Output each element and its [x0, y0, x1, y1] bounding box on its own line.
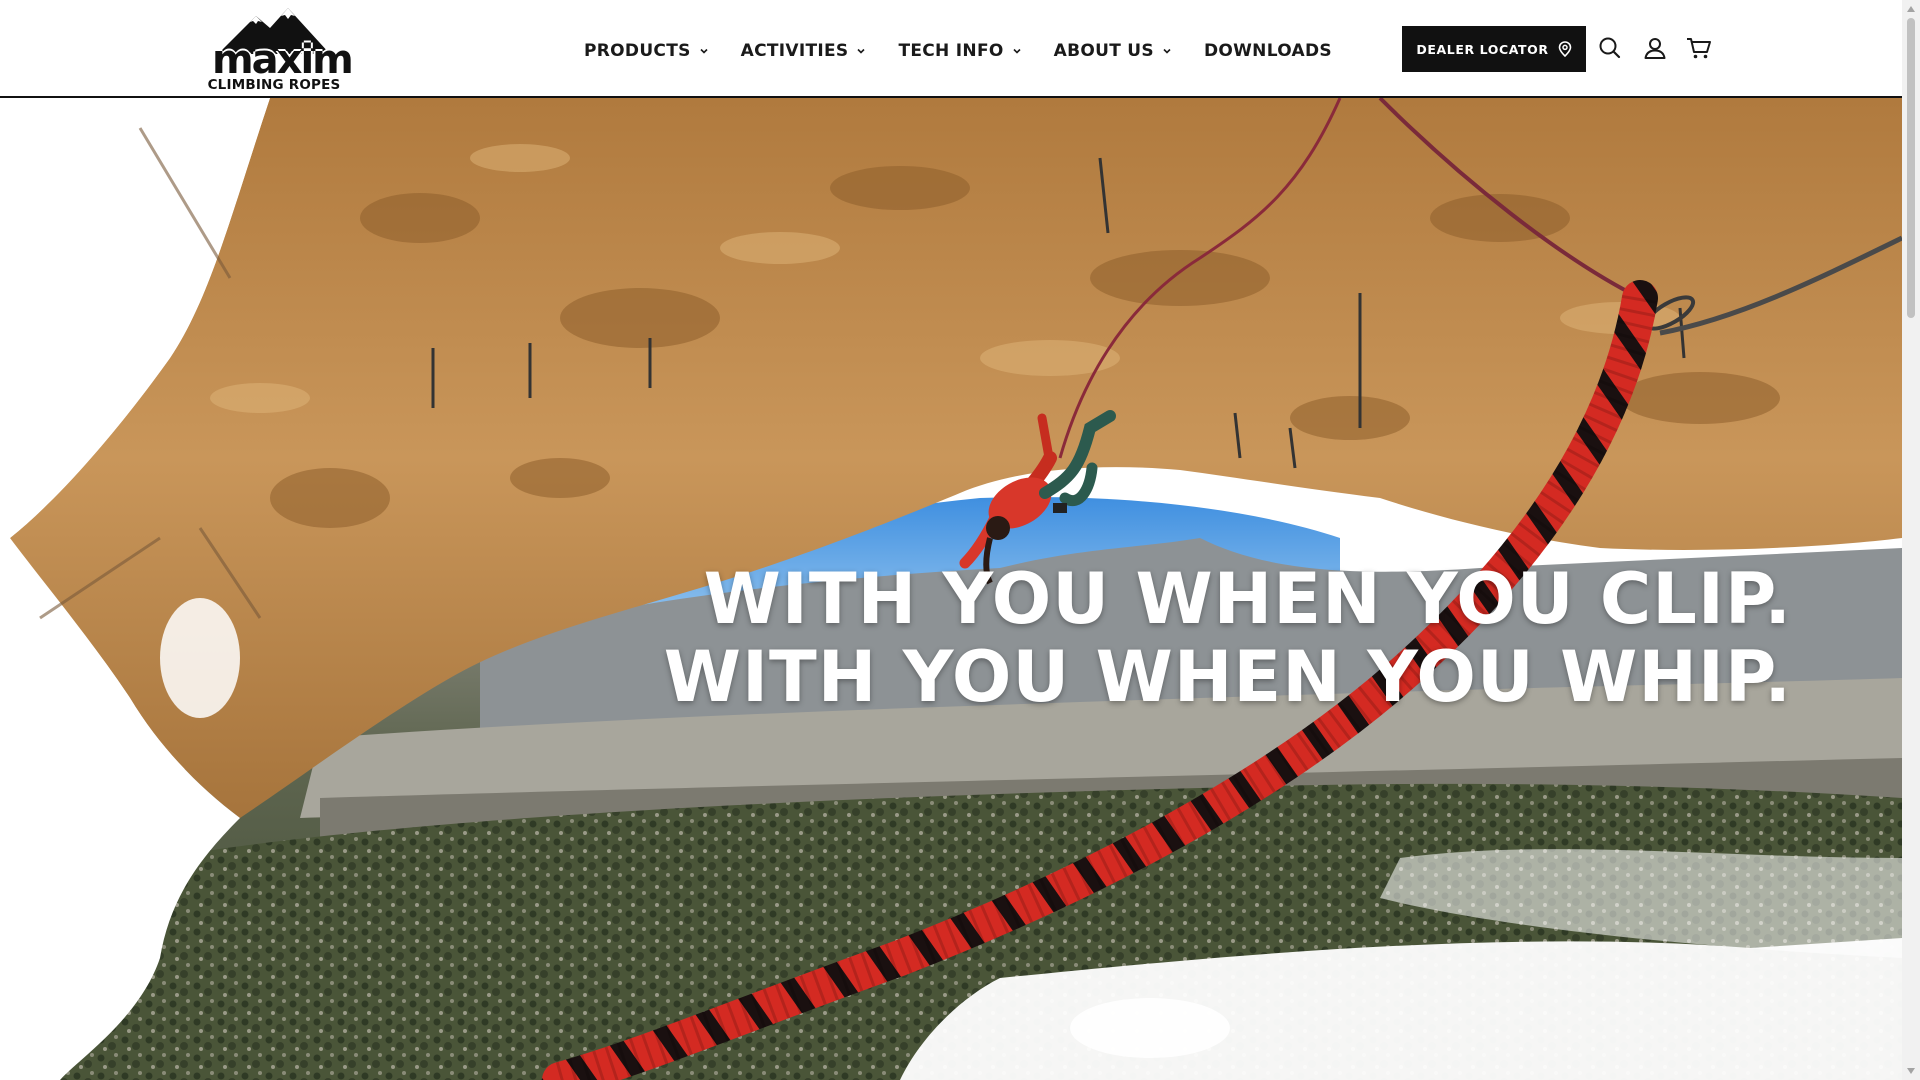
nav-item-products[interactable]: PRODUCTS: [584, 38, 709, 64]
logo-wordmark: maxim: [212, 37, 354, 83]
nav-label: PRODUCTS: [584, 41, 691, 61]
hero-banner: WITH YOU WHEN YOU CLIP. WITH YOU WHEN YO…: [0, 98, 1902, 1080]
logo-subtitle: CLIMBING ROPES: [207, 77, 341, 93]
nav-label: TECH INFO: [898, 41, 1004, 61]
nav-label: ACTIVITIES: [740, 41, 849, 61]
scroll-up-arrow-icon[interactable]: [1906, 4, 1916, 14]
hero-headline: WITH YOU WHEN YOU CLIP. WITH YOU WHEN YO…: [664, 560, 1792, 716]
scroll-down-arrow-icon[interactable]: [1906, 1066, 1916, 1076]
site-header: maxim CLIMBING ROPES PRODUCTS ACTIVITIES…: [0, 0, 1902, 98]
search-icon[interactable]: [1596, 34, 1624, 62]
page-scrollbar[interactable]: [1902, 0, 1920, 1080]
nav-item-activities[interactable]: ACTIVITIES: [741, 38, 867, 64]
main-nav: PRODUCTS ACTIVITIES TECH INFO ABOUT US D…: [584, 38, 1364, 64]
scroll-thumb[interactable]: [1907, 18, 1915, 318]
dealer-locator-label: DEALER LOCATOR: [1416, 41, 1549, 57]
nav-item-about-us[interactable]: ABOUT US: [1054, 38, 1172, 64]
account-icon[interactable]: [1641, 34, 1669, 62]
headline-line-2: WITH YOU WHEN YOU WHIP.: [663, 636, 1792, 718]
chevron-down-icon: [700, 48, 708, 54]
nav-label: DOWNLOADS: [1203, 41, 1332, 61]
dealer-locator-button[interactable]: DEALER LOCATOR: [1402, 26, 1586, 72]
chevron-down-icon: [857, 48, 866, 54]
map-pin-icon: [1558, 41, 1571, 57]
cart-icon[interactable]: [1685, 34, 1713, 62]
chevron-down-icon: [1013, 48, 1021, 54]
nav-label: ABOUT US: [1053, 41, 1154, 61]
chevron-down-icon: [1163, 48, 1171, 54]
headline-line-1: WITH YOU WHEN YOU CLIP.: [703, 558, 1792, 640]
nav-item-downloads[interactable]: DOWNLOADS: [1204, 38, 1332, 64]
maxim-logo[interactable]: maxim CLIMBING ROPES: [190, 8, 358, 92]
nav-item-tech-info[interactable]: TECH INFO: [898, 38, 1021, 64]
